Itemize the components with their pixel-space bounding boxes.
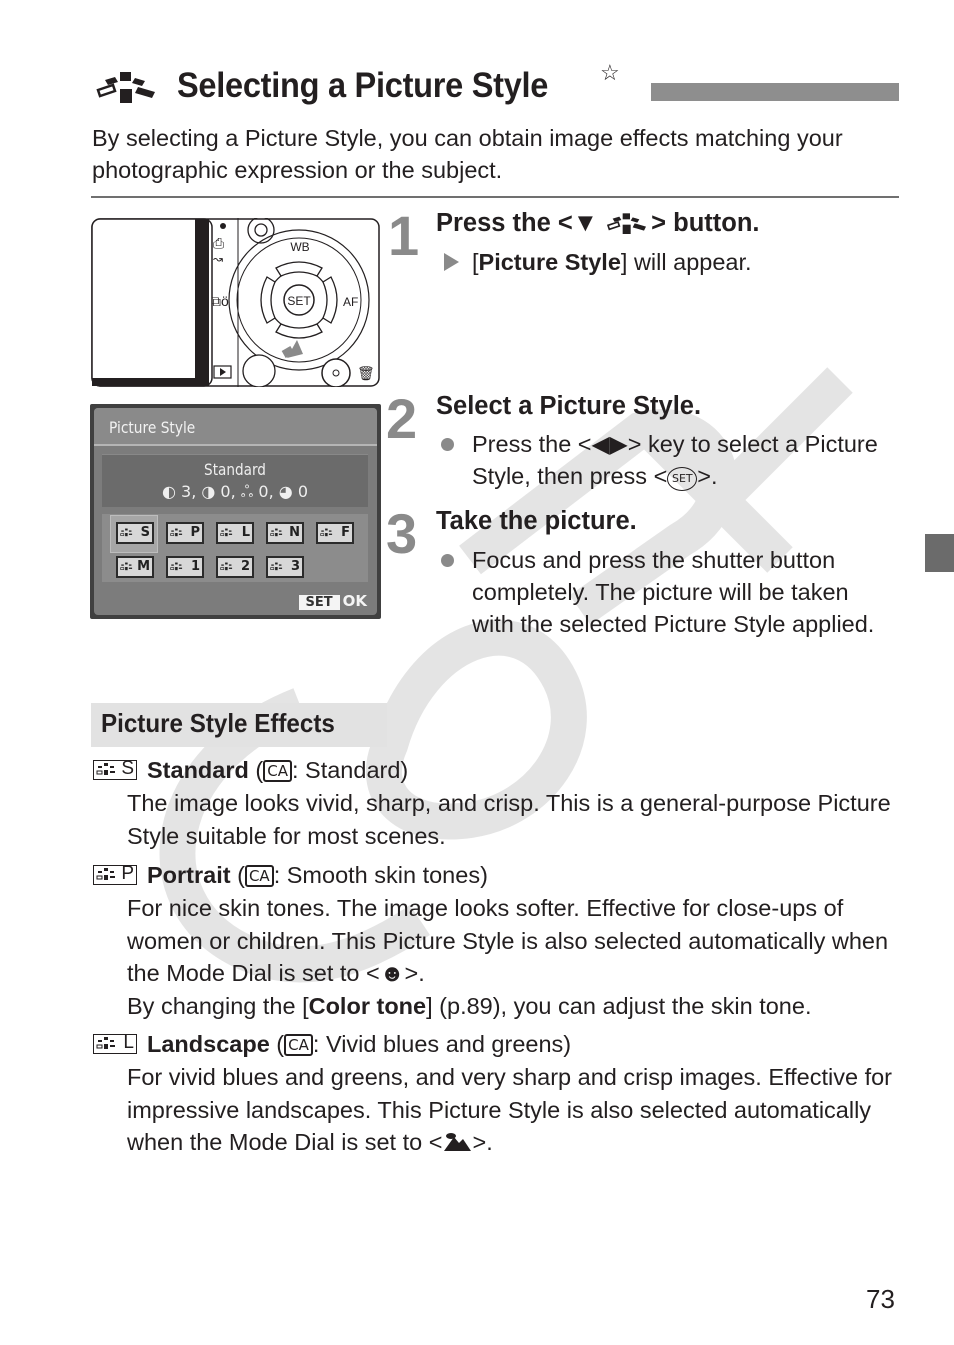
style-name: Portrait <box>147 862 231 888</box>
creative-auto-icon: CA <box>263 760 292 782</box>
svg-text:WB: WB <box>290 240 309 254</box>
selected-style-name: Standard <box>204 460 266 479</box>
style-option-1[interactable]: 1 <box>166 556 204 578</box>
style-code: F <box>341 525 350 540</box>
style-code: M <box>137 559 150 574</box>
style-code: S <box>140 525 150 540</box>
style-code: 3 <box>290 559 300 574</box>
erase-icon: 🗑 <box>357 365 375 381</box>
bullet-icon <box>441 554 454 567</box>
portrait-extra-post: ] (p.89), you can adjust the skin tone. <box>426 992 812 1019</box>
step-2-body: Press the <◀▶> key to select a Picture S… <box>472 428 892 492</box>
effects-section-header: Picture Style Effects <box>91 703 387 747</box>
style-option-P[interactable]: P <box>166 522 204 544</box>
creative-auto-icon: CA <box>244 865 274 887</box>
step-1-result: [Picture Style] will appear. <box>472 246 752 278</box>
picture-style-icon <box>96 72 155 103</box>
landscape-desc-text: For vivid blues and greens, and very sha… <box>127 1064 893 1155</box>
step-number-2: 2 <box>386 387 418 450</box>
style-code: N <box>289 525 300 540</box>
step-1-heading-pre: Press the < <box>436 209 573 237</box>
section-divider <box>91 196 899 198</box>
bullet-icon <box>441 438 454 451</box>
page-title: Selecting a Picture Style <box>177 66 549 105</box>
style-option-N[interactable]: N <box>266 522 304 544</box>
svg-text:↝: ↝ <box>213 252 223 266</box>
menu-title: Picture Style <box>109 418 196 437</box>
landscape-mode-icon <box>444 1133 472 1151</box>
step-3-body: Focus and press the shutter button compl… <box>472 547 875 637</box>
picture-style-landscape-icon: L <box>93 1032 137 1054</box>
style-code: P <box>190 525 200 540</box>
svg-text:AF: AF <box>343 295 358 309</box>
picture-style-menu-screen: Picture Style Standard ◐ 3, ◑ 0, ஃ 0, ◕ … <box>90 404 381 619</box>
step-number-3: 3 <box>386 502 418 565</box>
style-parameters: ◐ 3, ◑ 0, ஃ 0, ◕ 0 <box>161 482 308 501</box>
step-2-body-pre: Press the < <box>472 431 592 457</box>
portrait-extra-pre: By changing the [ <box>127 992 309 1019</box>
svg-text:SET: SET <box>287 294 311 308</box>
style-option-M[interactable]: M <box>116 556 154 578</box>
portrait-desc-end: >. <box>404 960 425 986</box>
effect-standard-title: S Standard (CA: Standard) <box>93 757 408 784</box>
page-number: 73 <box>866 1284 895 1314</box>
effect-landscape-description: For vivid blues and greens, and very sha… <box>127 1061 897 1159</box>
style-name: Standard <box>147 757 249 783</box>
set-button-icon: SET <box>667 467 698 491</box>
picture-style-standard-icon: S <box>93 758 137 780</box>
style-code: P <box>121 863 134 884</box>
left-right-keys-icon: ◀▶ <box>591 431 628 457</box>
style-option-2[interactable]: 2 <box>216 556 254 578</box>
down-arrow-icon: ▼ <box>572 209 599 237</box>
style-option-F[interactable]: F <box>316 522 354 544</box>
ca-description: : Smooth skin tones) <box>273 862 488 888</box>
ca-description: : Standard) <box>291 757 409 783</box>
title-decoration-bar <box>651 83 899 101</box>
style-code: S <box>121 758 134 779</box>
result-arrow-icon <box>444 253 459 271</box>
step-1-heading: Press the <▼ > button. <box>436 209 760 238</box>
selected-style-info: Standard ◐ 3, ◑ 0, ஃ 0, ◕ 0 <box>102 454 368 507</box>
creative-auto-icon: CA <box>284 1034 313 1056</box>
step-2-body-post: >. <box>697 463 718 489</box>
picture-style-icon <box>607 213 647 235</box>
portrait-mode-icon: ☻ <box>379 960 405 986</box>
ok-label: OK <box>342 592 367 610</box>
effects-title: Picture Style Effects <box>101 708 335 738</box>
effect-standard-description: The image looks vivid, sharp, and crisp.… <box>127 790 891 849</box>
chapter-tab <box>925 534 954 572</box>
effect-portrait-title: P Portrait (CA: Smooth skin tones) <box>93 862 488 889</box>
effect-landscape-title: L Landscape (CA: Vivid blues and greens) <box>93 1031 571 1058</box>
step-1-heading-post: > button. <box>651 209 760 237</box>
camera-back-illustration: ⎙ ↝ ⧉ö SET WB AF 🗑 <box>91 218 380 387</box>
advanced-mark-icon: ☆ <box>600 60 620 85</box>
style-code: L <box>123 1032 134 1053</box>
style-code: L <box>241 525 250 540</box>
picture-style-portrait-icon: P <box>93 863 137 885</box>
style-code: 2 <box>240 559 250 574</box>
style-name: Landscape <box>147 1031 270 1057</box>
drive-mode-icon: ⧉ö <box>211 293 229 309</box>
step-2-heading: Select a Picture Style. <box>436 392 702 420</box>
menu-header: Picture Style <box>94 408 377 446</box>
style-option-L[interactable]: L <box>216 522 254 544</box>
effect-portrait-description: For nice skin tones. The image looks sof… <box>127 892 897 1022</box>
ca-description: : Vivid blues and greens) <box>312 1031 572 1057</box>
set-label: SET <box>298 595 340 610</box>
svg-text:⎙: ⎙ <box>213 235 224 251</box>
intro-paragraph: By selecting a Picture Style, you can ob… <box>92 125 843 183</box>
color-tone-bold: Color tone <box>308 992 427 1019</box>
menu-name-bold: Picture Style <box>478 249 621 275</box>
step-number-1: 1 <box>388 204 420 267</box>
landscape-desc-end: >. <box>472 1129 493 1155</box>
style-code: 1 <box>190 559 200 574</box>
portrait-desc-text: For nice skin tones. The image looks sof… <box>127 895 889 986</box>
page-title-row: Selecting a Picture Style ☆ <box>92 60 902 112</box>
style-option-3[interactable]: 3 <box>266 556 304 578</box>
style-option-S[interactable]: S <box>116 522 154 544</box>
step-3-heading: Take the picture. <box>436 507 637 535</box>
step-1-result-text: ] will appear. <box>620 249 752 275</box>
set-ok-hint: SET OK <box>298 592 367 610</box>
